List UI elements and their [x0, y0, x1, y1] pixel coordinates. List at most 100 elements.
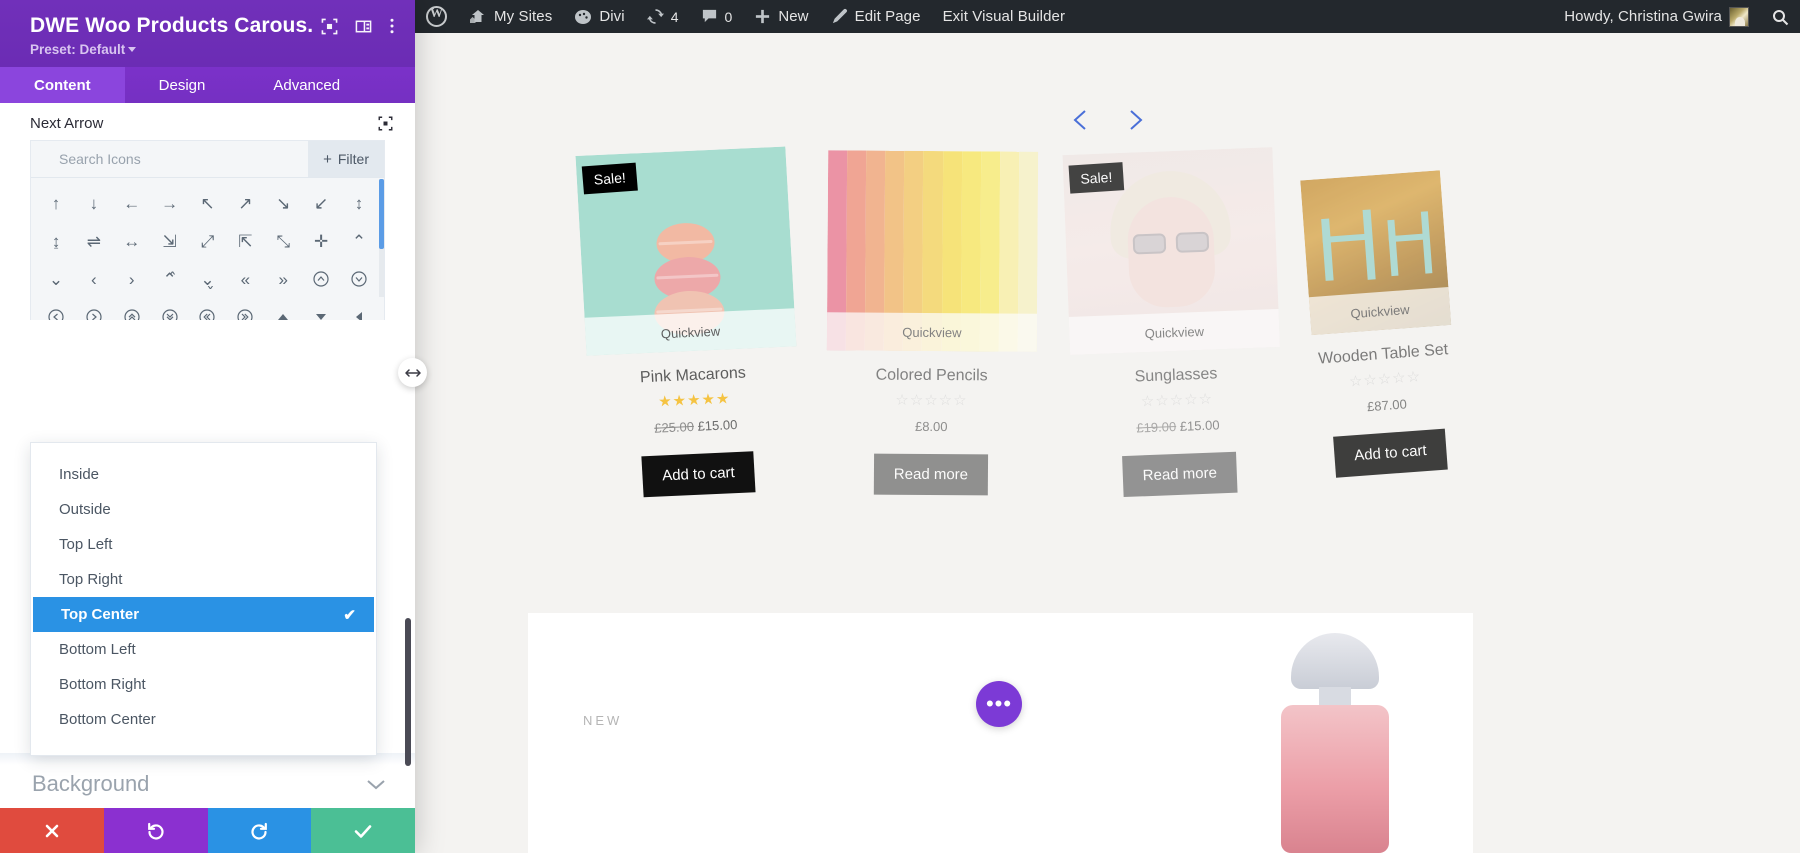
product-rating: ★★★★★ — [657, 390, 731, 411]
chevron-down-icon[interactable]: ⌄ — [37, 260, 75, 298]
undo-button[interactable] — [103, 808, 208, 853]
product-card[interactable]: Quickview Colored Pencils ☆☆☆☆☆ £8.00 Re… — [826, 150, 1039, 496]
arrows-horizontal-icon[interactable]: ↔ — [113, 222, 151, 260]
triangle-down-icon[interactable] — [302, 298, 340, 320]
chevron-up-icon[interactable]: ⌃ — [340, 222, 378, 260]
search-input[interactable] — [31, 141, 309, 177]
dropdown-option-bottom-right[interactable]: Bottom Right — [31, 667, 376, 702]
adminbar-search-button[interactable] — [1760, 0, 1800, 33]
redo-button[interactable] — [207, 808, 312, 853]
chevron-left-icon[interactable]: ‹ — [75, 260, 113, 298]
arrow-down-right-icon[interactable]: ↘ — [264, 184, 302, 222]
product-title[interactable]: Colored Pencils — [827, 366, 1037, 385]
background-section-toggle[interactable]: Background — [0, 758, 415, 810]
exit-visual-builder-menu[interactable]: Exit Visual Builder — [932, 0, 1077, 33]
divi-menu[interactable]: Divi — [563, 0, 635, 33]
product-image[interactable]: Sale! Quickview — [575, 146, 797, 356]
quickview-button[interactable]: Quickview — [826, 312, 1038, 352]
arrow-right-icon[interactable]: → — [151, 184, 189, 222]
comments-menu[interactable]: 0 — [690, 0, 744, 33]
arrows-expand-icon[interactable]: ⤡ — [264, 222, 302, 260]
product-image[interactable]: Quickview — [1300, 170, 1452, 336]
product-rating: ☆☆☆☆☆ — [895, 391, 968, 410]
product-title[interactable]: Pink Macarons — [588, 362, 799, 389]
product-card[interactable]: Sale! Quickview Sunglasses ☆☆☆☆☆ £19.00 … — [1062, 147, 1285, 499]
add-to-cart-button[interactable]: Add to cart — [641, 451, 756, 498]
circle-chevron-up-icon[interactable] — [302, 260, 340, 298]
arrow-down-left-icon[interactable]: ↙ — [302, 184, 340, 222]
chevron-double-up-icon[interactable]: ⌃̂ — [151, 260, 189, 298]
product-title[interactable]: Sunglasses — [1071, 363, 1282, 389]
filter-button[interactable]: + Filter — [308, 141, 384, 177]
tab-design[interactable]: Design — [125, 67, 240, 103]
new-label: New — [778, 8, 809, 25]
triangle-up-icon[interactable] — [264, 298, 302, 320]
add-to-cart-button[interactable]: Add to cart — [1332, 428, 1449, 478]
tab-advanced[interactable]: Advanced — [239, 67, 374, 103]
panel-scrollbar-thumb[interactable] — [405, 618, 411, 766]
preset-selector[interactable]: Preset: Default — [30, 42, 395, 57]
my-sites-menu[interactable]: My Sites — [458, 0, 563, 33]
arrow-diag-expand-icon[interactable]: ⤢ — [189, 222, 227, 260]
save-button[interactable] — [311, 808, 415, 853]
chevron-double-right-icon[interactable]: » — [264, 260, 302, 298]
account-menu[interactable]: Howdy, Christina Gwira — [1553, 0, 1760, 33]
arrow-up-left-icon[interactable]: ↖ — [189, 184, 227, 222]
circle-double-down-icon[interactable] — [151, 298, 189, 320]
product-card[interactable]: Sale! Quickview Pink Macarons ★★★★★ £25.… — [575, 146, 805, 500]
circle-chevron-left-icon[interactable] — [37, 298, 75, 320]
price-new: £15.00 — [697, 416, 738, 434]
arrow-down-icon[interactable]: ↓ — [75, 184, 113, 222]
read-more-button[interactable]: Read more — [1121, 451, 1238, 498]
dropdown-option-bottom-center[interactable]: Bottom Center — [31, 702, 376, 737]
triangle-left-icon[interactable] — [340, 298, 378, 320]
carousel-next-arrow-icon[interactable] — [1122, 105, 1148, 135]
arrow-up-right-icon[interactable]: ↗ — [226, 184, 264, 222]
arrows-collapse-icon[interactable]: ⇱ — [226, 222, 264, 260]
product-image[interactable]: Sale! Quickview — [1062, 147, 1280, 356]
dropdown-option-top-right[interactable]: Top Right — [31, 562, 376, 597]
arrow-left-icon[interactable]: ← — [113, 184, 151, 222]
dropdown-option-top-left[interactable]: Top Left — [31, 527, 376, 562]
layout-columns-icon[interactable] — [355, 18, 372, 35]
circle-double-left-icon[interactable] — [189, 298, 227, 320]
focus-target-icon[interactable] — [321, 18, 338, 35]
cancel-button[interactable] — [0, 808, 104, 853]
circle-chevron-down-icon[interactable] — [340, 260, 378, 298]
chevron-double-left-icon[interactable]: « — [226, 260, 264, 298]
product-title[interactable]: Wooden Table Set — [1313, 341, 1454, 369]
quickview-button[interactable]: Quickview — [1068, 308, 1280, 356]
updates-menu[interactable]: 4 — [636, 0, 690, 33]
arrow-diag-down-right-icon[interactable]: ⇲ — [151, 222, 189, 260]
edit-page-menu[interactable]: Edit Page — [820, 0, 932, 33]
product-card[interactable]: Quickview Wooden Table Set ☆☆☆☆☆ £87.00 … — [1300, 170, 1462, 478]
wordpress-logo-menu[interactable] — [415, 0, 458, 33]
arrows-updown-icon[interactable]: ↨ — [37, 222, 75, 260]
arrow-up-icon[interactable]: ↑ — [37, 184, 75, 222]
module-options-dots-button[interactable]: ••• — [976, 681, 1022, 727]
chevron-right-icon[interactable]: › — [113, 260, 151, 298]
product-image[interactable]: Quickview — [826, 150, 1039, 352]
kebab-menu-icon[interactable] — [389, 17, 395, 35]
edit-page-label: Edit Page — [854, 8, 921, 25]
dropdown-option-inside[interactable]: Inside — [31, 457, 376, 492]
panel-resize-handle[interactable] — [398, 358, 427, 387]
arrows-vertical-icon[interactable]: ↕ — [340, 184, 378, 222]
tab-content[interactable]: Content — [0, 67, 125, 103]
read-more-button[interactable]: Read more — [873, 453, 989, 496]
arrows-move-icon[interactable]: ✛ — [302, 222, 340, 260]
preset-label: Preset: Default — [30, 42, 126, 57]
circle-double-right-icon[interactable] — [226, 298, 264, 320]
circle-chevron-right-icon[interactable] — [75, 298, 113, 320]
circle-double-up-icon[interactable] — [113, 298, 151, 320]
focus-target-icon[interactable] — [378, 116, 393, 131]
dropdown-option-bottom-left[interactable]: Bottom Left — [31, 632, 376, 667]
quickview-button[interactable]: Quickview — [584, 308, 797, 356]
carousel-prev-arrow-icon[interactable] — [1068, 105, 1094, 135]
icon-grid-scrollbar-thumb[interactable] — [379, 179, 384, 249]
dropdown-option-outside[interactable]: Outside — [31, 492, 376, 527]
arrows-exchange-icon[interactable]: ⇌ — [75, 222, 113, 260]
dropdown-option-top-center[interactable]: Top Center ✔ — [33, 597, 374, 632]
new-content-menu[interactable]: New — [743, 0, 819, 33]
chevron-double-down-icon[interactable]: ⌄̬ — [189, 260, 227, 298]
